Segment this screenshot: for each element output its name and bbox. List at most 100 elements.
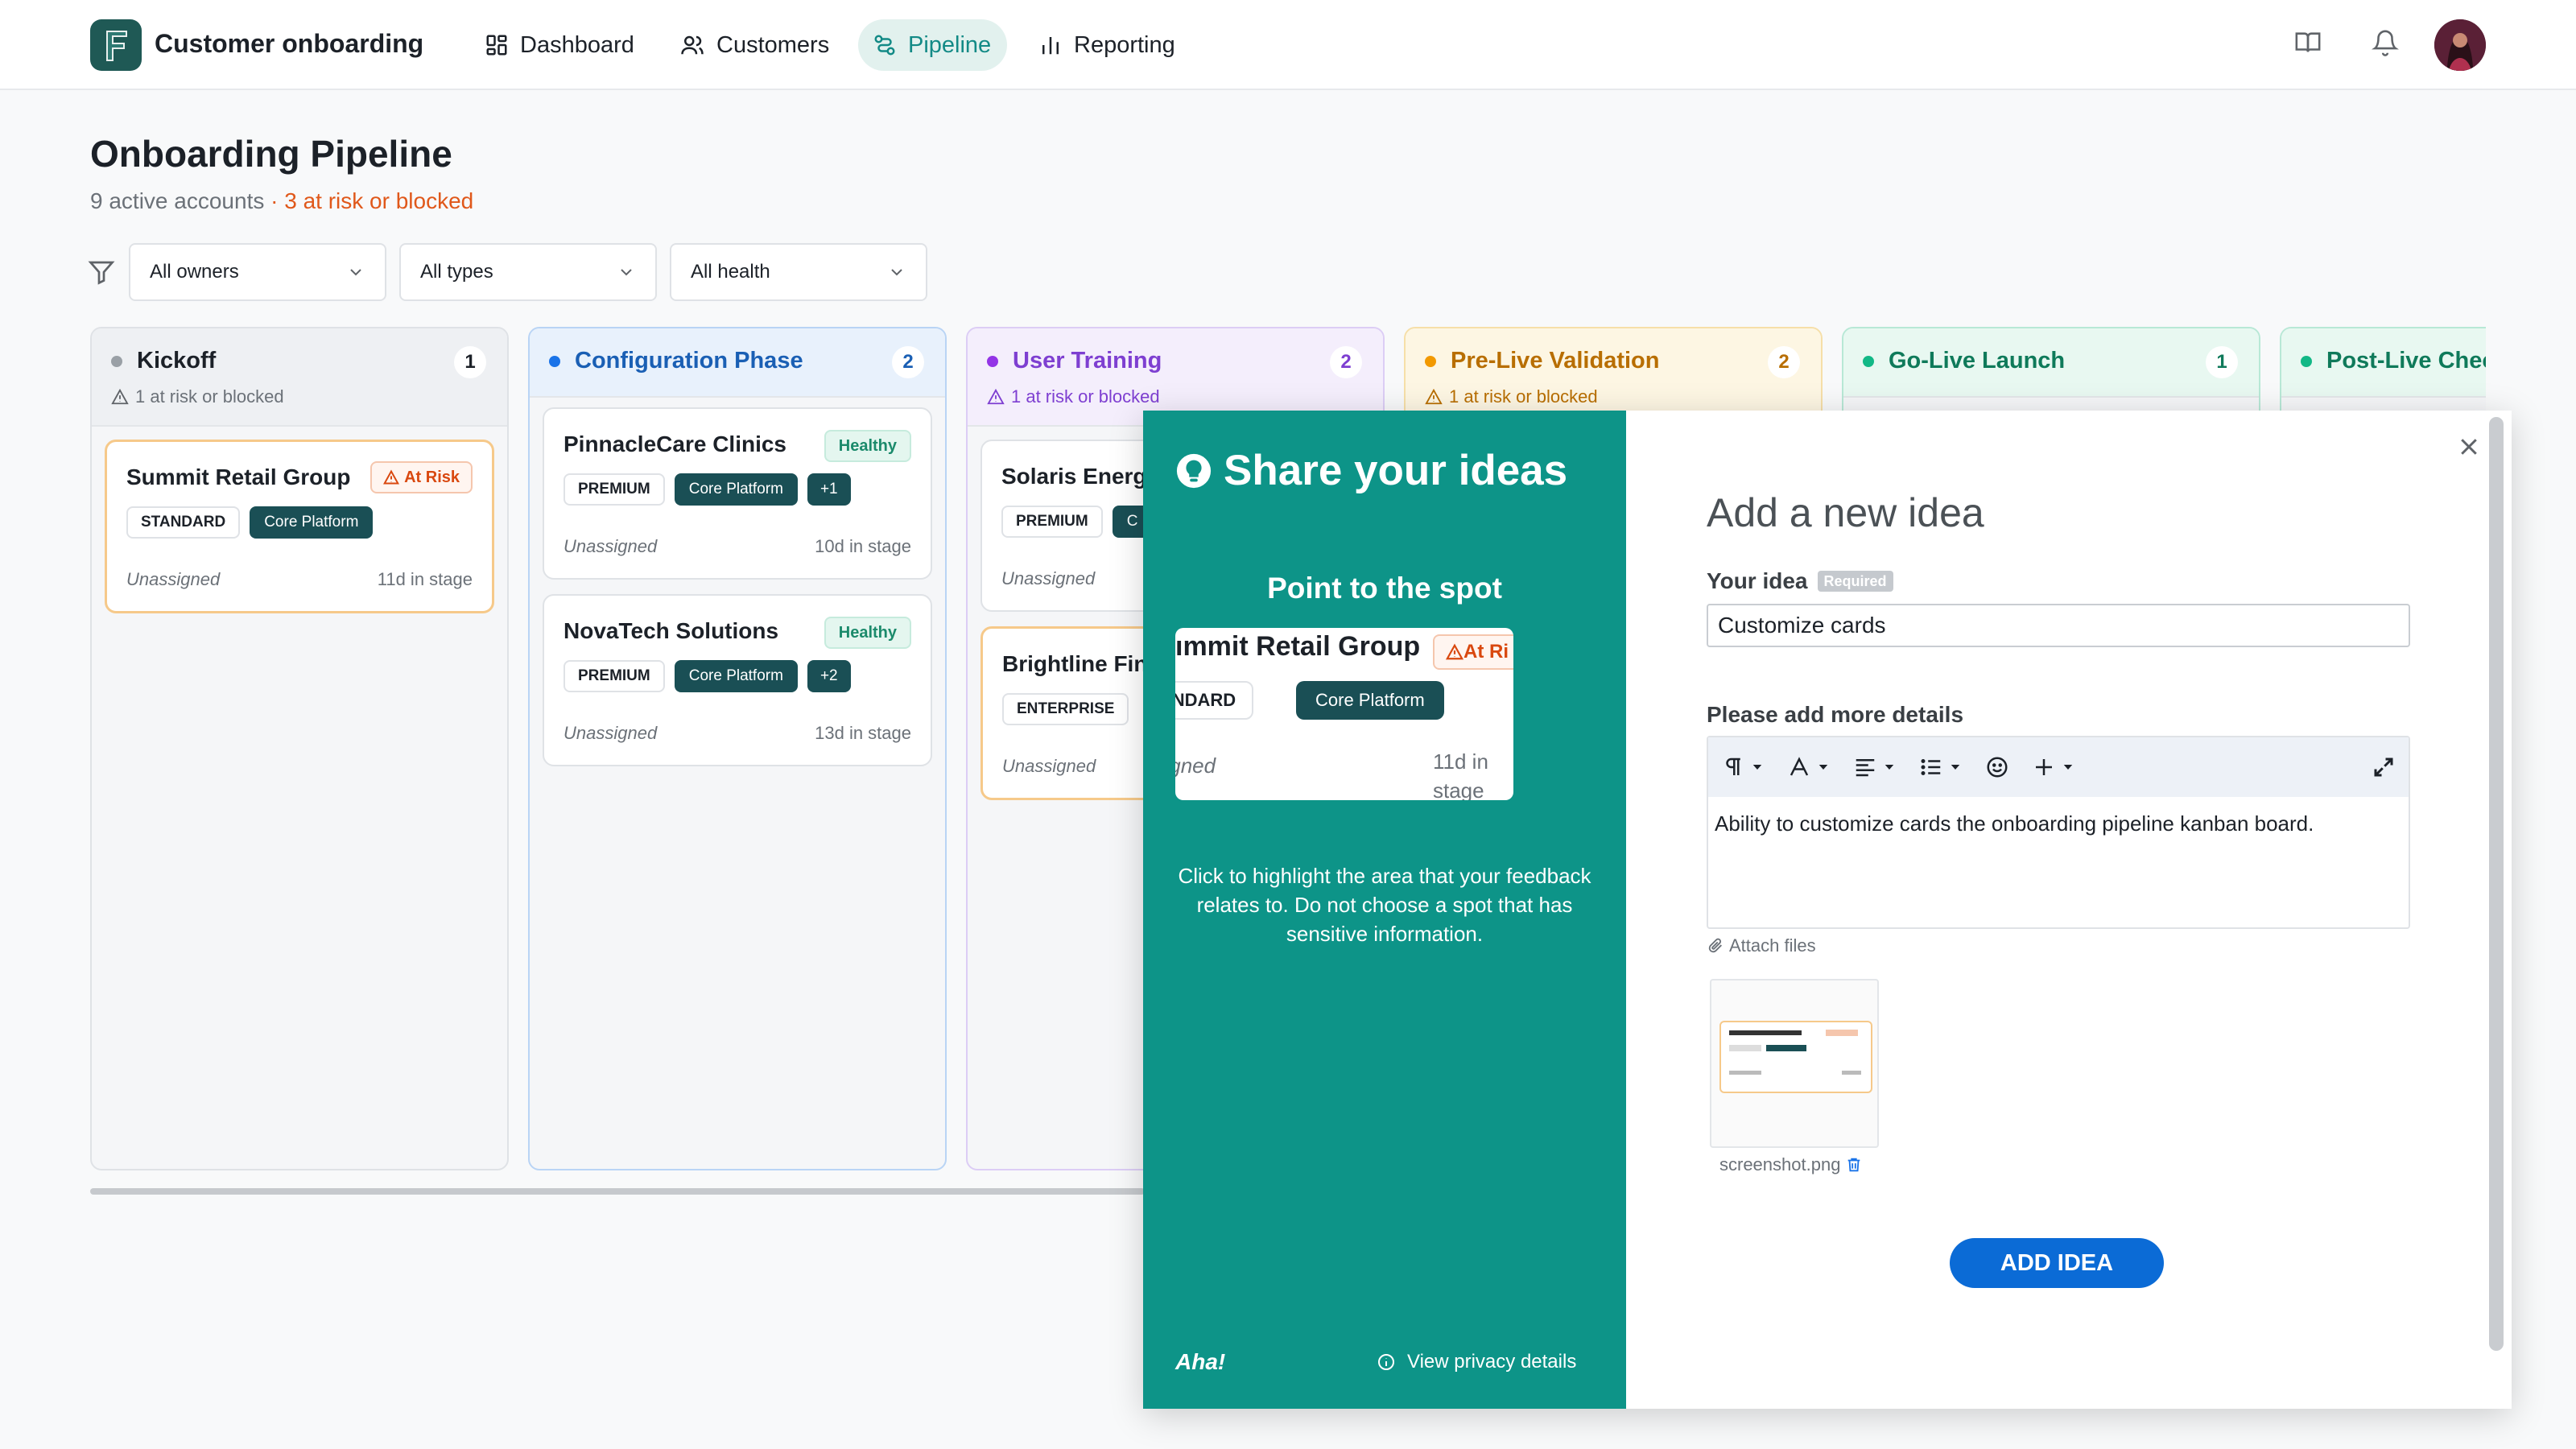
nav-label: Customers — [716, 31, 830, 58]
more-tags-badge[interactable]: +1 — [807, 473, 851, 506]
card-tags: STANDARD Core Platform — [126, 506, 374, 539]
users-icon — [681, 35, 704, 55]
attach-files-text: Attach files — [1729, 935, 1816, 956]
owner-filter-value: All owners — [150, 261, 239, 283]
column-title: Go-Live Launch — [1863, 348, 2065, 374]
owner-filter[interactable]: All owners — [129, 243, 386, 301]
column-title-text: Configuration Phase — [575, 348, 803, 374]
modal-scrollbar[interactable] — [2489, 417, 2504, 1351]
column-count: 2 — [892, 346, 924, 378]
account-card-summit-retail-group[interactable]: Summit Retail Group At Risk STANDARD Cor… — [105, 440, 494, 613]
page-subtitle: 9 active accounts · 3 at risk or blocked — [90, 188, 473, 214]
app-logo[interactable] — [90, 19, 142, 71]
column-title-text: Pre-Live Validation — [1451, 348, 1660, 374]
status-badge: At Risk — [370, 461, 473, 493]
board-horizontal-scrollbar[interactable] — [90, 1188, 1145, 1195]
warning-icon — [111, 388, 129, 405]
align-button[interactable] — [1853, 755, 1897, 779]
column-title: Configuration Phase — [549, 348, 803, 374]
share-ideas-text: Share your ideas — [1224, 447, 1568, 494]
nav-customers[interactable]: Customers — [665, 19, 845, 71]
expand-icon[interactable] — [2372, 755, 2396, 779]
active-accounts-count: 9 active accounts — [90, 188, 265, 213]
warning-icon — [383, 469, 400, 485]
top-nav-bar: Customer onboarding Dashboard Customers … — [0, 0, 2576, 90]
card-age: 13d in stage — [815, 723, 911, 743]
idea-input[interactable] — [1707, 604, 2410, 647]
type-filter-value: All types — [420, 261, 493, 283]
nav-pipeline[interactable]: Pipeline — [858, 19, 1008, 71]
card-age: 10d in stage — [815, 536, 911, 556]
emoji-button[interactable] — [1985, 755, 2009, 779]
tier-tag: PREMIUM — [564, 660, 665, 692]
highlight-preview[interactable]: ımmit Retail Group At Ri TANDARD Core Pl… — [1175, 628, 1513, 800]
nav-label: Pipeline — [908, 31, 992, 58]
column-count: 2 — [1768, 346, 1800, 378]
caret-down-icon — [1885, 765, 1894, 770]
card-title: NovaTech Solutions — [564, 618, 779, 643]
status-dot — [549, 355, 560, 367]
bell-icon[interactable] — [2372, 29, 2399, 56]
column-risk-note: 1 at risk or blocked — [1425, 386, 1598, 407]
list-button[interactable] — [1919, 755, 1963, 779]
chevron-down-icon — [350, 269, 361, 276]
status-badge: Healthy — [824, 617, 911, 649]
highlight-help-text: Click to highlight the area that your fe… — [1178, 864, 1591, 946]
column-risk-text: 1 at risk or blocked — [135, 386, 284, 407]
status-dot — [111, 355, 122, 367]
type-filter[interactable]: All types — [399, 243, 657, 301]
account-card-pinnaclecare-clinics[interactable]: PinnacleCare Clinics Healthy PREMIUM Cor… — [543, 407, 932, 580]
preview-age: 11d in stage — [1433, 749, 1488, 800]
close-icon[interactable] — [2457, 435, 2481, 459]
account-card-novatech-solutions[interactable]: NovaTech Solutions Healthy PREMIUM Core … — [543, 594, 932, 766]
idea-label-text: Your idea — [1707, 568, 1808, 593]
details-editor[interactable]: Ability to customize cards the onboardin… — [1707, 736, 2410, 929]
attachment-thumbnail[interactable] — [1710, 979, 1879, 1148]
privacy-link-text: View privacy details — [1407, 1351, 1577, 1373]
column-count: 1 — [454, 346, 486, 378]
pipeline-icon — [874, 35, 895, 56]
paperclip-icon — [1708, 938, 1722, 953]
column-header: Go-Live Launch 1 — [1843, 328, 2259, 398]
page-title: Onboarding Pipeline — [90, 133, 452, 175]
product-tag: Core Platform — [674, 660, 798, 692]
card-age: 11d in stage — [377, 569, 473, 589]
health-filter[interactable]: All health — [670, 243, 927, 301]
risk-summary[interactable]: · 3 at risk or blocked — [270, 188, 473, 213]
nav-reporting[interactable]: Reporting — [1024, 19, 1191, 71]
details-text[interactable]: Ability to customize cards the onboardin… — [1708, 797, 2409, 851]
card-title: Summit Retail Group — [126, 464, 351, 489]
paragraph-format-button[interactable] — [1721, 755, 1765, 779]
nav-dashboard[interactable]: Dashboard — [470, 19, 650, 71]
caret-down-icon — [2063, 765, 2073, 770]
add-idea-button[interactable]: ADD IDEA — [1950, 1238, 2164, 1288]
align-left-icon — [1856, 759, 1875, 777]
status-badge-text: At Risk — [404, 468, 460, 486]
caret-down-icon — [1951, 765, 1960, 770]
more-tags-badge[interactable]: +2 — [807, 660, 851, 692]
text-style-button[interactable] — [1787, 755, 1831, 779]
book-icon[interactable] — [2294, 29, 2322, 56]
tier-tag: STANDARD — [126, 506, 241, 539]
tier-tag: ENTERPRISE — [1002, 693, 1129, 725]
attachment-name: screenshot.png — [1719, 1154, 1863, 1175]
trash-icon[interactable] — [1845, 1156, 1863, 1174]
column-header: Configuration Phase 2 — [530, 328, 945, 398]
grid-icon — [486, 35, 507, 56]
filter-icon — [87, 258, 116, 287]
product-tag: Core Platform — [250, 506, 374, 539]
column-count: 2 — [1330, 346, 1362, 378]
card-owner: Unassigned — [1002, 756, 1096, 776]
preview-product-tag: Core Platform — [1296, 681, 1444, 720]
avatar[interactable] — [2434, 19, 2486, 71]
attach-files-link[interactable]: Attach files — [1707, 935, 1816, 956]
preview-owner: assigned — [1175, 753, 1216, 778]
privacy-details-link[interactable]: View privacy details — [1377, 1351, 1576, 1373]
insert-button[interactable] — [2032, 755, 2075, 779]
add-idea-title: Add a new idea — [1707, 490, 1984, 535]
app-title[interactable]: Customer onboarding — [155, 29, 423, 59]
preview-status-badge: At Ri — [1433, 634, 1513, 670]
point-to-spot-title: Point to the spot — [1267, 572, 1502, 605]
status-dot — [2301, 355, 2312, 367]
status-dot — [987, 355, 998, 367]
